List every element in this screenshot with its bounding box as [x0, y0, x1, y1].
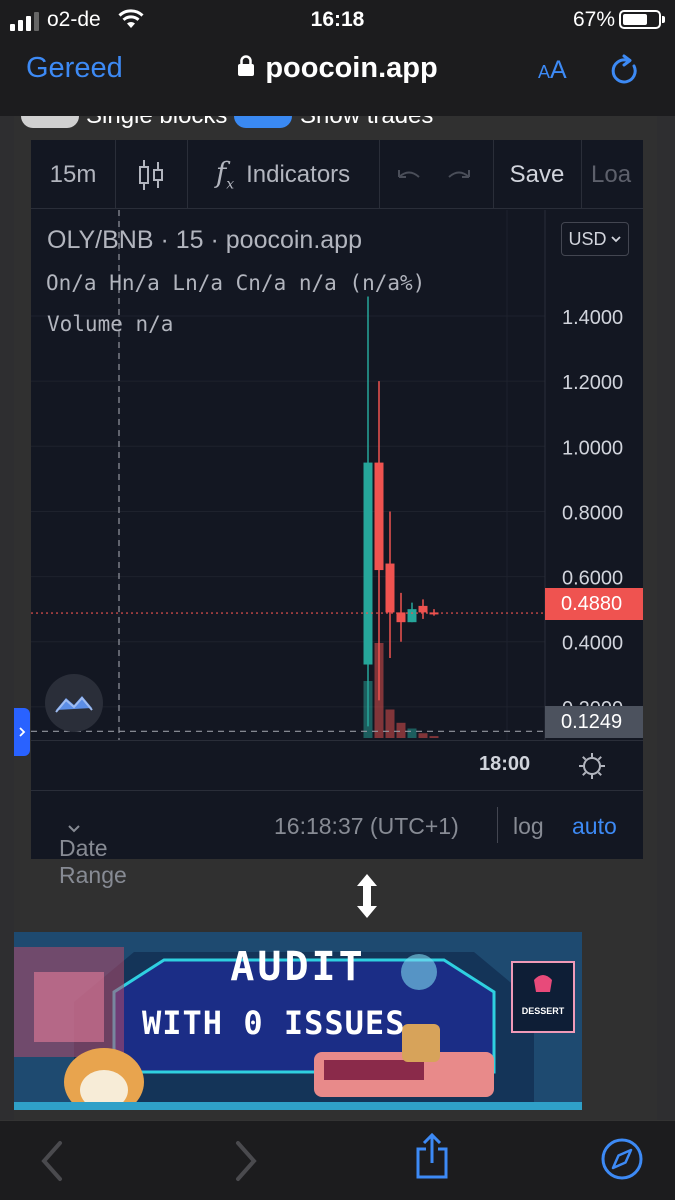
volume-bar — [429, 736, 439, 738]
date-range-label: Date Range — [59, 835, 127, 888]
candle-body — [385, 563, 395, 613]
redo-icon — [448, 169, 470, 178]
tradingview-logo-icon — [55, 696, 93, 713]
battery-percentage: 67% — [572, 8, 615, 31]
save-button[interactable]: Save — [493, 140, 581, 209]
tradingview-chart: 15m fx Indicators Save Loa 1.4000 1.2000… — [31, 140, 643, 888]
toolbar-divider — [581, 140, 582, 209]
redo-button[interactable] — [439, 140, 479, 209]
chevron-down-icon — [610, 236, 621, 243]
reload-icon[interactable] — [608, 54, 642, 88]
safari-top-bar: o2-de 16:18 67% Gereed poocoin.app AA — [0, 0, 675, 116]
candle-body — [396, 612, 406, 623]
log-scale-button[interactable]: log — [513, 813, 544, 840]
chevron-down-icon — [68, 825, 80, 833]
price-tick-label: 1.2000 — [562, 372, 623, 394]
battery-icon — [619, 10, 665, 29]
lock-icon — [238, 55, 255, 77]
resize-handle-icon[interactable] — [352, 872, 382, 920]
chart-pane[interactable]: 1.40001.20001.00000.80000.60000.40000.20… — [31, 210, 643, 740]
side-panel-toggle[interactable] — [14, 708, 30, 756]
price-tick-label: 1.4000 — [562, 307, 623, 329]
indicators-label: Indicators — [246, 160, 351, 188]
chart-type-button[interactable] — [115, 140, 187, 209]
time-axis[interactable]: 18:00 — [31, 740, 643, 790]
web-page: Single blocks Show trades 15m — [0, 116, 675, 1120]
show-trades-label: Show trades — [300, 116, 433, 130]
date-range-button[interactable]: Date Range — [59, 813, 127, 888]
last-price-label: 0.4880 — [545, 588, 643, 620]
candle-body — [374, 462, 384, 571]
safari-nav-row: Gereed poocoin.app AA — [0, 38, 675, 104]
toolbar-divider — [379, 140, 380, 209]
volume-bar — [418, 733, 428, 738]
text-size-button[interactable]: AA — [538, 56, 567, 85]
banner-brand: DESSERT — [521, 1006, 565, 1016]
volume-bar — [396, 722, 406, 738]
undo-icon — [398, 169, 420, 178]
candle-body — [407, 609, 417, 623]
price-tick-label: 0.8000 — [562, 502, 623, 524]
banner-headline: AUDIT — [230, 944, 366, 990]
show-trades-toggle[interactable] — [234, 116, 292, 128]
chevron-right-icon — [19, 727, 26, 737]
crosshair-price-label: 0.1249 — [545, 706, 643, 738]
price-tick-label: 0.4000 — [562, 633, 623, 655]
address-bar[interactable]: poocoin.app — [0, 52, 675, 85]
compass-icon[interactable] — [600, 1137, 644, 1181]
function-icon: fx — [215, 156, 235, 193]
url-text: poocoin.app — [265, 52, 438, 84]
volume-bar — [407, 728, 417, 738]
price-tick-label: 1.0000 — [562, 437, 623, 459]
interval-button[interactable]: 15m — [31, 140, 115, 209]
share-icon[interactable] — [414, 1133, 450, 1181]
banner-subline: WITH 0 ISSUES — [142, 1004, 406, 1042]
single-blocks-toggle[interactable] — [21, 116, 79, 128]
candles-icon — [139, 159, 163, 190]
time-tick: 18:00 — [479, 753, 531, 775]
volume-bar — [385, 709, 395, 738]
ohlc-legend: On/a Hn/a Ln/a Cn/a n/a (n/a%) — [46, 271, 426, 295]
ad-banner[interactable]: AUDIT WITH 0 ISSUES DESSERT — [14, 932, 582, 1110]
currency-selector[interactable]: USD — [561, 222, 629, 256]
candle-body — [363, 462, 373, 665]
currency-label: USD — [568, 228, 607, 249]
price-tick-label: 0.6000 — [562, 568, 623, 590]
bottom-divider — [497, 807, 498, 843]
indicators-button[interactable]: fx Indicators — [187, 140, 379, 209]
forward-icon[interactable] — [232, 1139, 260, 1183]
status-bar: o2-de 16:18 67% — [0, 0, 675, 38]
candle-body — [418, 605, 428, 613]
page-content: Single blocks Show trades 15m — [14, 116, 657, 1120]
symbol-legend[interactable]: OLY/BNB · 15 · poocoin.app — [47, 226, 362, 255]
settings-gear-icon[interactable] — [577, 751, 607, 781]
load-button[interactable]: Loa — [591, 140, 643, 209]
chart-options-row: Single blocks Show trades — [14, 116, 657, 132]
safari-bottom-toolbar — [0, 1120, 675, 1200]
single-blocks-label: Single blocks — [86, 116, 227, 130]
auto-scale-button[interactable]: auto — [572, 813, 617, 840]
volume-legend: Volume n/a — [47, 312, 174, 336]
back-icon[interactable] — [38, 1139, 66, 1183]
undo-button[interactable] — [389, 140, 429, 209]
chart-clock: 16:18:37 (UTC+1) — [274, 813, 459, 839]
tradingview-logo-button[interactable] — [45, 674, 103, 732]
chart-toolbar: 15m fx Indicators Save Loa — [31, 140, 643, 209]
chart-bottom-bar: Date Range 16:18:37 (UTC+1) log auto — [31, 790, 643, 888]
